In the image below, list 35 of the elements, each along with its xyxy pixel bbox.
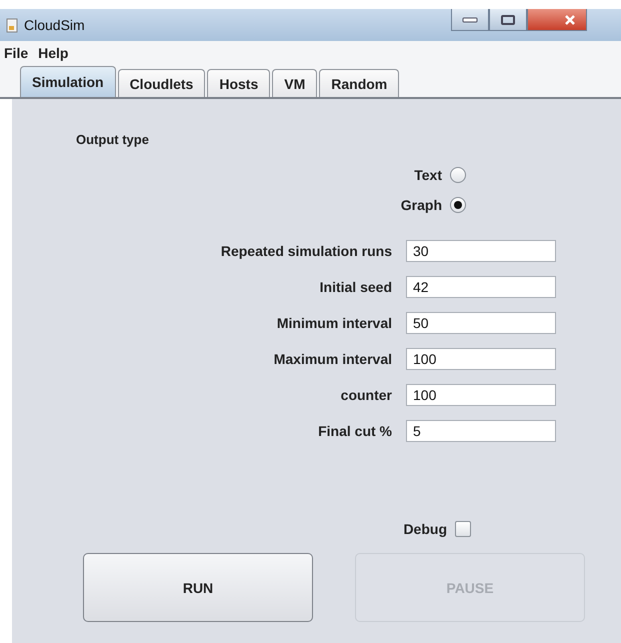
minimize-icon [462,16,478,22]
field-label: Initial seed [320,279,392,295]
input-field[interactable]: 50 [406,312,556,334]
section-label: Output type [76,132,150,147]
input-field[interactable]: 30 [406,240,556,262]
action-button[interactable]: RUN [83,553,313,622]
minimize-button[interactable] [451,9,489,31]
close-button[interactable] [527,9,587,31]
checkbox-label: Debug [403,521,447,537]
input-field[interactable]: 5 [406,420,556,442]
menu-item[interactable]: File [4,45,28,61]
field-label: Final cut % [318,423,392,439]
radio-label: Graph [400,197,442,213]
window-title: CloudSim [24,17,85,33]
menu-item[interactable]: Help [38,45,68,61]
input-field[interactable]: 100 [406,384,556,406]
maximize-icon [501,14,515,24]
input-field[interactable]: 42 [406,276,556,298]
close-icon [564,14,576,26]
tab[interactable]: Hosts [207,69,270,97]
tab[interactable]: VM [272,69,318,97]
tab[interactable]: Cloudlets [118,69,206,97]
radio-button[interactable] [450,197,466,213]
field-label: counter [340,387,392,403]
input-field[interactable]: 100 [406,348,556,370]
tab[interactable]: Simulation [20,66,116,97]
field-label: Minimum interval [276,315,392,331]
radio-label: Text [414,167,442,183]
radio-button[interactable] [450,167,466,183]
maximize-button[interactable] [489,9,527,31]
app-icon [6,17,18,33]
field-label: Maximum interval [274,351,392,367]
field-label: Repeated simulation runs [220,243,392,259]
checkbox[interactable] [455,521,471,537]
tab[interactable]: Random [319,69,400,97]
